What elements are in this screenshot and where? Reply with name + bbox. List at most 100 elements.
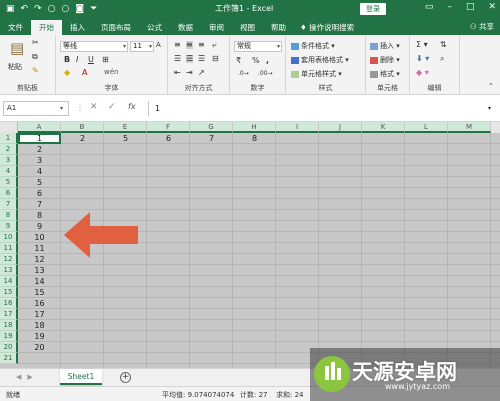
undo-icon[interactable]: ↶ bbox=[21, 4, 29, 14]
tab-home[interactable]: 开始 bbox=[31, 20, 62, 35]
row-header-14[interactable]: 14 bbox=[0, 276, 18, 287]
column-header-g[interactable]: G bbox=[190, 122, 233, 133]
close-icon[interactable]: ✕ bbox=[488, 2, 496, 12]
find-select-icon[interactable]: ⌕ bbox=[440, 55, 444, 63]
cell-a2[interactable]: 2 bbox=[18, 144, 61, 155]
cell-a9[interactable]: 9 bbox=[18, 221, 61, 232]
collapse-ribbon-icon[interactable]: ⌃ bbox=[488, 83, 494, 90]
tab-insert[interactable]: 插入 bbox=[62, 20, 93, 35]
fill-color-icon[interactable]: ◆ bbox=[64, 69, 70, 77]
column-header-l[interactable]: L bbox=[405, 122, 448, 133]
cell-a14[interactable]: 14 bbox=[18, 276, 61, 287]
cell-g1[interactable]: 7 bbox=[190, 133, 233, 144]
align-right-icon[interactable]: ☰ bbox=[198, 55, 205, 63]
column-header-i[interactable]: I bbox=[276, 122, 319, 133]
cell-styles-button[interactable]: 单元格样式 ▾ bbox=[291, 69, 342, 79]
decrease-indent-icon[interactable]: ⇤ bbox=[174, 69, 181, 77]
row-header-10[interactable]: 10 bbox=[0, 232, 18, 243]
column-header-k[interactable]: K bbox=[362, 122, 405, 133]
format-painter-icon[interactable]: ✎ bbox=[32, 67, 39, 75]
cell-a20[interactable]: 20 bbox=[18, 342, 61, 353]
column-header-e[interactable]: E bbox=[104, 122, 147, 133]
italic-button[interactable]: I bbox=[76, 56, 78, 64]
expand-formula-icon[interactable]: ▾ bbox=[488, 106, 491, 112]
border-icon[interactable]: ⊞ bbox=[102, 56, 109, 64]
row-header-15[interactable]: 15 bbox=[0, 287, 18, 298]
cell-a13[interactable]: 13 bbox=[18, 265, 61, 276]
clear-icon[interactable]: ◆ ▾ bbox=[416, 69, 429, 77]
cell-a19[interactable]: 19 bbox=[18, 331, 61, 342]
row-header-6[interactable]: 6 bbox=[0, 188, 18, 199]
format-as-table-button[interactable]: 套用表格格式 ▾ bbox=[291, 55, 349, 65]
number-format-combo[interactable]: 常规 ▾ bbox=[234, 41, 282, 52]
bold-button[interactable]: B bbox=[64, 56, 70, 64]
tab-page-layout[interactable]: 页面布局 bbox=[93, 20, 139, 35]
merge-center-icon[interactable]: ⊟ bbox=[212, 55, 219, 63]
align-top-icon[interactable]: ≡ bbox=[174, 41, 181, 49]
cell-a6[interactable]: 6 bbox=[18, 188, 61, 199]
cell-a15[interactable]: 15 bbox=[18, 287, 61, 298]
tab-formulas[interactable]: 公式 bbox=[139, 20, 170, 35]
minimize-icon[interactable]: – bbox=[447, 2, 452, 12]
column-header-b[interactable]: B bbox=[61, 122, 104, 133]
column-header-a[interactable]: A bbox=[18, 122, 61, 133]
login-button[interactable]: 登录 bbox=[360, 3, 386, 15]
camera-icon[interactable]: ◙ bbox=[75, 4, 84, 14]
autosum-icon[interactable]: Σ ▾ bbox=[416, 41, 428, 49]
sheet-nav-arrows[interactable]: ◀▶ bbox=[16, 373, 39, 381]
paste-icon[interactable]: ▤ bbox=[10, 41, 24, 56]
sort-filter-icon[interactable]: ⇅ bbox=[440, 41, 447, 49]
cell-a4[interactable]: 4 bbox=[18, 166, 61, 177]
row-header-3[interactable]: 3 bbox=[0, 155, 18, 166]
redo-icon[interactable]: ↷ bbox=[34, 4, 42, 14]
row-header-18[interactable]: 18 bbox=[0, 320, 18, 331]
cell-a11[interactable]: 11 bbox=[18, 243, 61, 254]
font-color-icon[interactable]: A bbox=[82, 69, 87, 77]
cell-e1[interactable]: 5 bbox=[104, 133, 147, 144]
tell-me-search[interactable]: ♦ 操作说明搜索 bbox=[300, 20, 354, 35]
enter-icon[interactable]: ✓ bbox=[108, 102, 116, 112]
conditional-format-button[interactable]: 条件格式 ▾ bbox=[291, 41, 335, 51]
font-grow-icon[interactable]: A bbox=[156, 42, 161, 49]
cell-a16[interactable]: 16 bbox=[18, 298, 61, 309]
increase-decimal-icon[interactable]: .0→ bbox=[238, 71, 249, 77]
tab-file[interactable]: 文件 bbox=[0, 20, 31, 35]
cell-b1[interactable]: 2 bbox=[61, 133, 104, 144]
maximize-icon[interactable]: □ bbox=[466, 2, 475, 12]
splitter-icon[interactable]: ⋮ bbox=[76, 103, 84, 112]
phonetic-icon[interactable]: wén bbox=[104, 69, 118, 76]
column-header-j[interactable]: J bbox=[319, 122, 362, 133]
align-bottom-icon[interactable]: ≡ bbox=[198, 41, 205, 49]
underline-button[interactable]: U bbox=[88, 56, 94, 64]
column-header-f[interactable]: F bbox=[147, 122, 190, 133]
cell-a10[interactable]: 10 bbox=[18, 232, 61, 243]
cancel-icon[interactable]: ✕ bbox=[90, 102, 98, 112]
cell-a3[interactable]: 3 bbox=[18, 155, 61, 166]
insert-cells-button[interactable]: 插入 ▾ bbox=[370, 41, 400, 51]
chevron-down-icon[interactable]: ▾ bbox=[60, 105, 63, 112]
fill-icon[interactable]: ⬇ ▾ bbox=[416, 55, 429, 63]
row-header-7[interactable]: 7 bbox=[0, 199, 18, 210]
save-icon[interactable]: ▣ bbox=[6, 4, 15, 14]
wrap-text-icon[interactable]: ⤶ bbox=[212, 41, 216, 49]
cell-f1[interactable]: 6 bbox=[147, 133, 190, 144]
align-left-icon[interactable]: ☰ bbox=[174, 55, 181, 63]
cut-icon[interactable]: ✂ bbox=[32, 39, 39, 47]
cell-a12[interactable]: 12 bbox=[18, 254, 61, 265]
insert-function-icon[interactable]: fx bbox=[128, 102, 136, 111]
tab-review[interactable]: 审阅 bbox=[201, 20, 232, 35]
delete-cells-button[interactable]: 删除 ▾ bbox=[370, 55, 400, 65]
cell-a5[interactable]: 5 bbox=[18, 177, 61, 188]
row-header-13[interactable]: 13 bbox=[0, 265, 18, 276]
share-button[interactable]: ⚇ 共享 bbox=[470, 21, 494, 32]
add-sheet-icon[interactable]: + bbox=[120, 372, 131, 383]
cell-a17[interactable]: 17 bbox=[18, 309, 61, 320]
tab-view[interactable]: 视图 bbox=[232, 20, 263, 35]
sheet-tab-sheet1[interactable]: Sheet1 bbox=[60, 369, 102, 385]
tab-help[interactable]: 帮助 bbox=[263, 20, 294, 35]
decrease-decimal-icon[interactable]: .00→ bbox=[258, 71, 273, 77]
row-header-16[interactable]: 16 bbox=[0, 298, 18, 309]
align-middle-icon[interactable]: ≡ bbox=[186, 41, 193, 49]
row-header-19[interactable]: 19 bbox=[0, 331, 18, 342]
row-header-20[interactable]: 20 bbox=[0, 342, 18, 353]
